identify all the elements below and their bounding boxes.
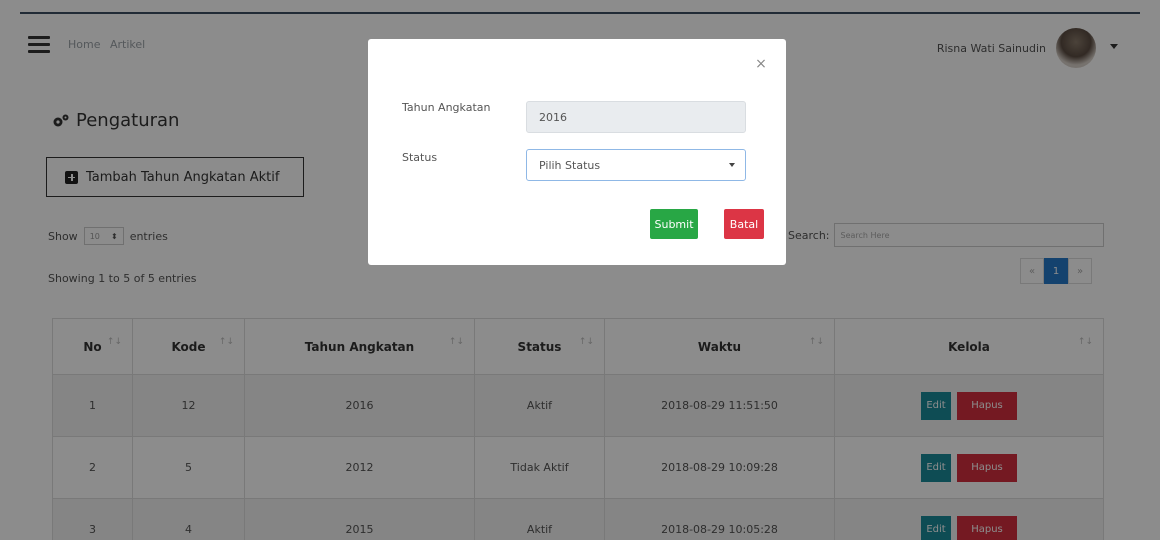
cancel-button[interactable]: Batal — [724, 209, 764, 239]
tahun-angkatan-label: Tahun Angkatan — [402, 101, 491, 114]
tahun-angkatan-input[interactable]: 2016 — [526, 101, 746, 133]
close-icon[interactable]: × — [754, 57, 768, 71]
status-select[interactable]: Pilih Status — [526, 149, 746, 181]
submit-button[interactable]: Submit — [650, 209, 698, 239]
status-label: Status — [402, 151, 438, 164]
status-select-value: Pilih Status — [539, 158, 601, 172]
chevron-down-icon — [729, 163, 735, 167]
modal-dialog: × Tahun Angkatan 2016 Status Pilih Statu… — [368, 39, 786, 265]
